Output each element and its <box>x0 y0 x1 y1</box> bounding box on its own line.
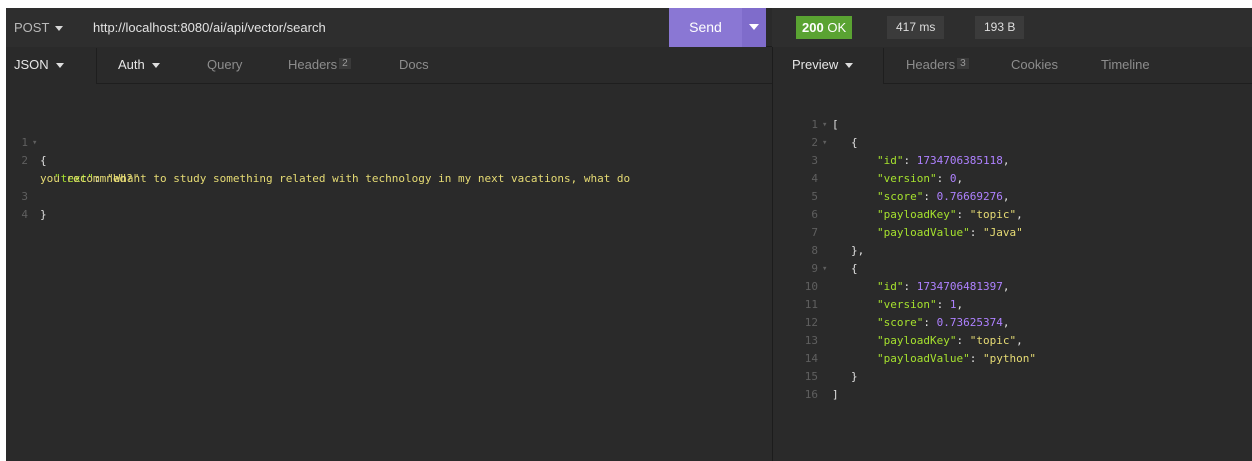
tab-separator <box>96 48 97 84</box>
code-line: 1 ▾ { <box>21 136 47 167</box>
tab-headers[interactable]: Headers 2 <box>288 48 351 84</box>
tab-auth[interactable]: Auth <box>118 48 160 84</box>
code-line: 11 "version": 1, <box>804 298 964 311</box>
insomnia-window: POST http://localhost:8080/ai/api/vector… <box>6 8 1252 461</box>
code-line: 6 "payloadKey": "topic", <box>811 208 1023 221</box>
chevron-down-icon <box>749 24 759 30</box>
code-line: 15} <box>804 370 858 383</box>
code-line: 3 "id": 1734706385118, <box>811 154 1010 167</box>
code-line: 1 ▾[ <box>796 116 1236 134</box>
code-line: 10 "id": 1734706481397, <box>804 280 1010 293</box>
tab-docs[interactable]: Docs <box>399 48 429 84</box>
send-button[interactable]: Send <box>669 8 742 47</box>
response-meta-bar: 200 OK 417 ms 193 B <box>772 8 1252 47</box>
code-line: 9 ▾{ <box>796 260 1236 278</box>
url-input[interactable]: http://localhost:8080/ai/api/vector/sear… <box>93 20 326 35</box>
headers-count-badge: 2 <box>339 58 351 69</box>
response-preview: 1 ▾[ 2 ▾{ 3 "id": 1734706385118, 4 "version"… <box>796 116 1236 404</box>
tab-response-headers[interactable]: Headers 3 <box>906 48 969 84</box>
code-line: 14 "payloadValue": "python" <box>804 352 1036 365</box>
code-line: 3 } <box>21 190 47 221</box>
method-label: POST <box>14 20 50 35</box>
response-tabs: Preview Headers 3 Cookies Timeline <box>773 48 1252 84</box>
code-line: you recommned?" <box>40 172 140 185</box>
chevron-down-icon <box>151 63 160 69</box>
code-line: 2 ▾{ <box>796 134 1236 152</box>
tab-separator <box>883 48 884 84</box>
tab-timeline[interactable]: Timeline <box>1101 48 1150 84</box>
response-time-badge: 417 ms <box>887 16 945 39</box>
code-line: 12 "score": 0.73625374, <box>804 316 1010 329</box>
code-line: 4 <box>21 208 28 221</box>
code-line: 4 "version": 0, <box>811 172 964 185</box>
request-tabs: JSON Auth Query Headers 2 Docs <box>6 48 772 84</box>
response-size-badge: 193 B <box>975 16 1025 39</box>
tab-body-json[interactable]: JSON <box>14 48 64 84</box>
chevron-down-icon <box>55 63 64 69</box>
headers-count-badge: 3 <box>957 58 969 69</box>
fold-arrow-icon[interactable]: ▾ <box>822 260 827 278</box>
top-bar: POST http://localhost:8080/ai/api/vector… <box>6 8 1252 47</box>
tab-cookies[interactable]: Cookies <box>1011 48 1058 84</box>
code-line: 2 "text": "Whant to study something rela… <box>21 154 631 185</box>
chevron-down-icon <box>55 26 64 32</box>
pane-divider[interactable] <box>772 47 773 461</box>
code-line: 16] <box>804 388 839 401</box>
code-line: 7 "payloadValue": "Java" <box>811 226 1023 239</box>
chevron-down-icon <box>845 63 854 69</box>
code-line: 8}, <box>811 244 865 257</box>
status-badge: 200 OK <box>796 16 853 39</box>
tab-preview[interactable]: Preview <box>792 48 854 84</box>
send-options-button[interactable] <box>742 8 766 47</box>
code-line: 5 "score": 0.76669276, <box>811 190 1010 203</box>
tab-underline <box>96 83 772 84</box>
tab-underline <box>883 83 1252 84</box>
tab-query[interactable]: Query <box>207 48 242 84</box>
fold-arrow-icon[interactable]: ▾ <box>822 116 827 134</box>
request-body-editor[interactable]: 1 ▾ { 2 "text": "Whant to study something… <box>6 116 772 221</box>
method-dropdown[interactable]: POST <box>14 20 64 35</box>
fold-arrow-icon[interactable]: ▾ <box>822 134 827 152</box>
request-bar: POST http://localhost:8080/ai/api/vector… <box>6 8 766 47</box>
code-line: 13 "payloadKey": "topic", <box>804 334 1023 347</box>
